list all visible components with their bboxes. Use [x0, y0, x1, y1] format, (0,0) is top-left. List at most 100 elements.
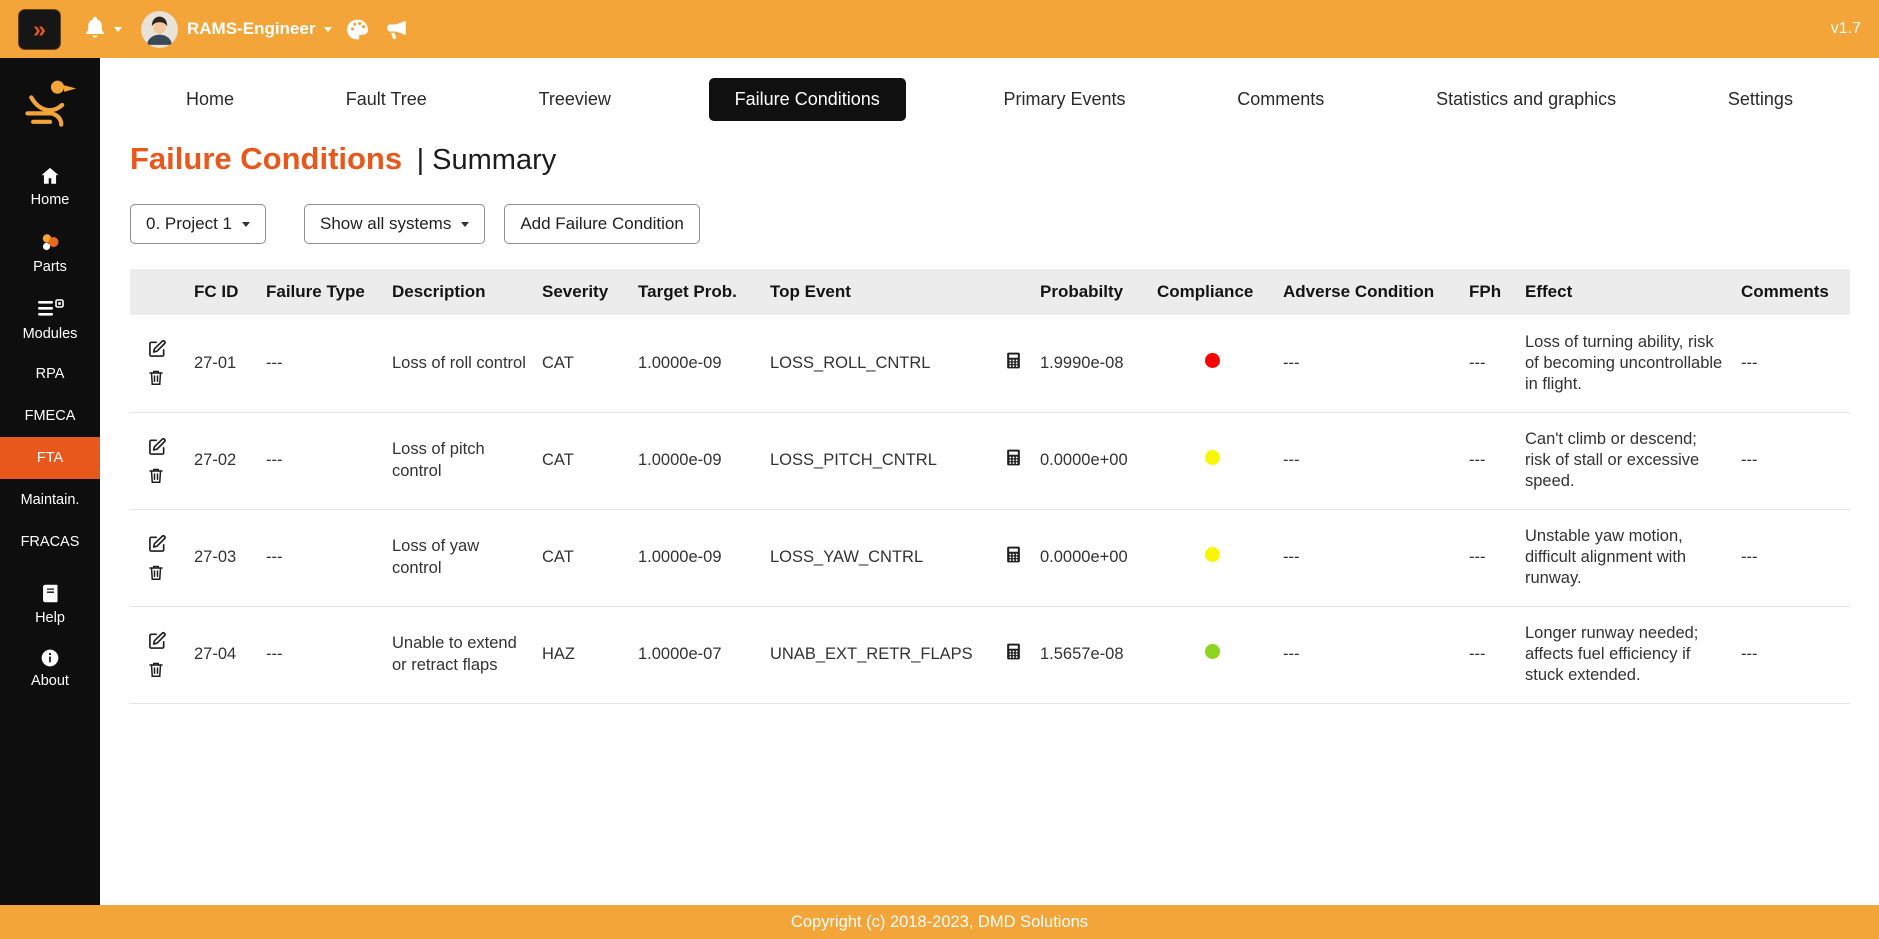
tab-treeview[interactable]: Treeview	[525, 80, 625, 119]
adverse-condition-cell: ---	[1275, 509, 1461, 606]
calculator-icon[interactable]	[1004, 448, 1023, 467]
comments-cell: ---	[1733, 412, 1850, 509]
column-header-target-prob: Target Prob.	[630, 269, 762, 315]
tab-fault-tree[interactable]: Fault Tree	[332, 80, 441, 119]
notifications-menu[interactable]	[82, 14, 122, 45]
page-heading: Failure Conditions | Summary	[130, 141, 1879, 177]
sidebar-item-help[interactable]: Help	[0, 571, 100, 637]
target-prob-cell: 1.0000e-09	[630, 315, 762, 412]
top-event-cell: LOSS_ROLL_CNTRL	[762, 315, 996, 412]
top-event-cell: LOSS_YAW_CNTRL	[762, 509, 996, 606]
column-header-fph: FPh	[1461, 269, 1517, 315]
column-header-fc-id: FC ID	[186, 269, 258, 315]
compliance-dot	[1205, 547, 1220, 562]
probability-cell: 0.0000e+00	[1032, 412, 1149, 509]
sidebar-item-fta[interactable]: FTA	[0, 437, 100, 479]
project-dropdown[interactable]: 0. Project 1	[130, 204, 266, 244]
project-dropdown-label: 0. Project 1	[146, 214, 232, 234]
column-header-comments: Comments	[1733, 269, 1850, 315]
edit-icon[interactable]	[147, 437, 167, 457]
target-prob-cell: 1.0000e-09	[630, 509, 762, 606]
fc-id-cell: 27-03	[186, 509, 258, 606]
sidebar-item-label: FTA	[37, 450, 63, 466]
comments-cell: ---	[1733, 315, 1850, 412]
sidebar-item-label: Help	[35, 610, 65, 626]
severity-cell: HAZ	[534, 606, 630, 703]
help-book-icon	[40, 582, 61, 605]
description-cell: Loss of roll control	[384, 315, 534, 412]
sidebar-item-modules[interactable]: Modules	[0, 286, 100, 353]
column-header-probability: Probabilty	[1032, 269, 1149, 315]
theme-palette-icon[interactable]	[345, 17, 370, 42]
edit-icon[interactable]	[147, 534, 167, 554]
fc-id-cell: 27-04	[186, 606, 258, 703]
column-header-adverse-condition: Adverse Condition	[1275, 269, 1461, 315]
add-failure-condition-button[interactable]: Add Failure Condition	[504, 204, 699, 244]
tab-comments[interactable]: Comments	[1223, 80, 1338, 119]
adverse-condition-cell: ---	[1275, 606, 1461, 703]
failure-type-cell: ---	[258, 606, 384, 703]
systems-filter-dropdown[interactable]: Show all systems	[304, 204, 485, 244]
severity-cell: CAT	[534, 315, 630, 412]
probability-cell: 0.0000e+00	[1032, 509, 1149, 606]
bell-icon	[82, 14, 108, 45]
failure-type-cell: ---	[258, 509, 384, 606]
sidebar-item-rpa[interactable]: RPA	[0, 353, 100, 395]
announcements-megaphone-icon[interactable]	[383, 16, 409, 42]
user-menu[interactable]: RAMS-Engineer	[141, 11, 332, 48]
page-title: Failure Conditions	[130, 141, 402, 176]
footer: Copyright (c) 2018-2023, DMD Solutions	[0, 905, 1879, 939]
target-prob-cell: 1.0000e-09	[630, 412, 762, 509]
delete-trash-icon[interactable]	[147, 563, 165, 582]
tab-primary-events[interactable]: Primary Events	[990, 80, 1140, 119]
sidebar-item-home[interactable]: Home	[0, 154, 100, 219]
sidebar-item-about[interactable]: About	[0, 637, 100, 700]
toolbar: 0. Project 1 Show all systems Add Failur…	[130, 204, 1879, 244]
edit-icon[interactable]	[147, 339, 167, 359]
calculator-icon[interactable]	[1004, 351, 1023, 370]
effect-cell: Unstable yaw motion, difficult alignment…	[1517, 509, 1733, 606]
app-logo[interactable]	[20, 74, 80, 134]
failure-type-cell: ---	[258, 412, 384, 509]
sidebar-toggle-button[interactable]: »	[18, 9, 61, 50]
calculator-icon[interactable]	[1004, 545, 1023, 564]
adverse-condition-cell: ---	[1275, 315, 1461, 412]
severity-cell: CAT	[534, 509, 630, 606]
comments-cell: ---	[1733, 606, 1850, 703]
edit-icon[interactable]	[147, 631, 167, 651]
topbar: » RAMS-Engineer	[0, 0, 1879, 58]
calculator-icon[interactable]	[1004, 642, 1023, 661]
page-subtitle: | Summary	[417, 144, 557, 176]
tab-settings[interactable]: Settings	[1714, 80, 1807, 119]
tab-failure-conditions[interactable]: Failure Conditions	[709, 78, 906, 121]
sidebar-item-maintain[interactable]: Maintain.	[0, 479, 100, 521]
avatar	[141, 11, 178, 48]
delete-trash-icon[interactable]	[147, 660, 165, 679]
column-header-description: Description	[384, 269, 534, 315]
sidebar-item-fracas[interactable]: FRACAS	[0, 521, 100, 563]
delete-trash-icon[interactable]	[147, 466, 165, 485]
copyright-text: Copyright (c) 2018-2023, DMD Solutions	[791, 913, 1088, 932]
probability-cell: 1.5657e-08	[1032, 606, 1149, 703]
fc-id-cell: 27-01	[186, 315, 258, 412]
sidebar-item-parts[interactable]: Parts	[0, 219, 100, 286]
column-header-effect: Effect	[1517, 269, 1733, 315]
comments-cell: ---	[1733, 509, 1850, 606]
column-header-compliance: Compliance	[1149, 269, 1275, 315]
tab-home[interactable]: Home	[172, 80, 248, 119]
info-icon	[40, 648, 60, 668]
column-header-actions	[130, 269, 186, 315]
parts-icon	[38, 230, 62, 254]
tab-statistics[interactable]: Statistics and graphics	[1422, 80, 1630, 119]
sidebar-item-label: FRACAS	[21, 534, 80, 550]
table-header-row: FC ID Failure Type Description Severity …	[130, 269, 1850, 315]
column-header-top-event: Top Event	[762, 269, 996, 315]
chevron-down-icon	[242, 222, 250, 227]
delete-trash-icon[interactable]	[147, 368, 165, 387]
sidebar-item-label: FMECA	[25, 408, 76, 424]
sidebar-item-label: Maintain.	[21, 492, 80, 508]
sidebar-item-fmeca[interactable]: FMECA	[0, 395, 100, 437]
table-row: 27-02 --- Loss of pitch control CAT 1.00…	[130, 412, 1850, 509]
add-button-label: Add Failure Condition	[520, 214, 683, 234]
systems-dropdown-label: Show all systems	[320, 214, 451, 234]
